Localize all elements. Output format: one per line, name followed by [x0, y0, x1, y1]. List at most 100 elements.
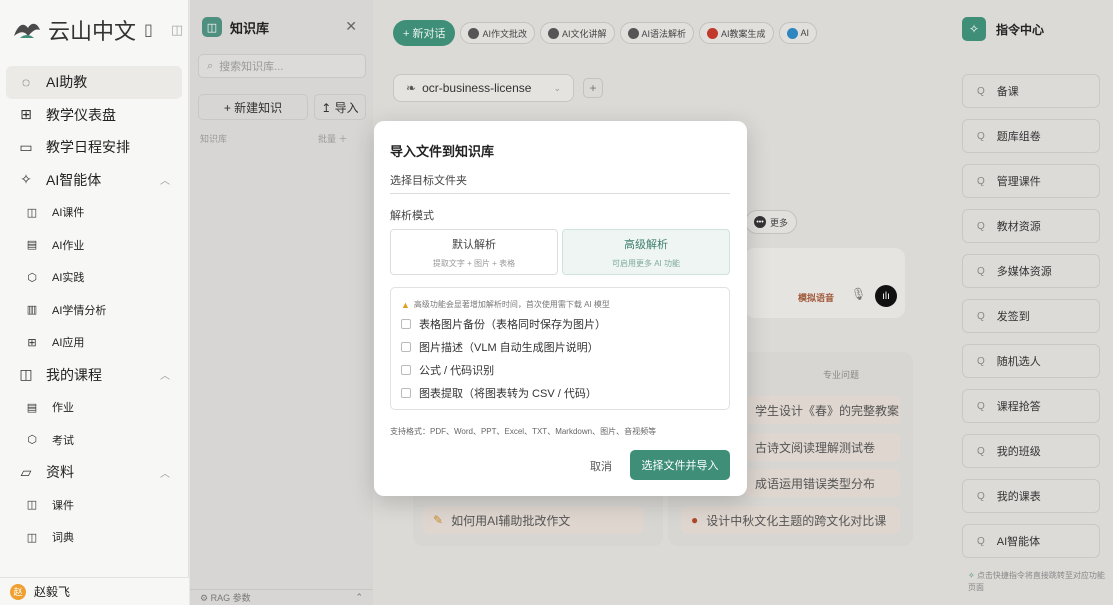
quick-tab-chip[interactable]: AI教案生成 [699, 22, 774, 44]
chevron-up-icon[interactable]: ︿ [160, 172, 170, 187]
close-icon[interactable]: ✕ [345, 18, 357, 35]
chat-input[interactable] [745, 248, 905, 318]
sidebar-item[interactable]: ▥ AI学情分析 [6, 294, 182, 327]
command-item[interactable]: Q 课程抢答 [962, 389, 1100, 423]
checkbox-image-description[interactable]: 图片描述（VLM 自动生成图片说明） [401, 339, 599, 355]
supported-formats: 支持格式：PDF、Word、PPT、Excel、TXT、Markdown、图片、… [390, 427, 657, 436]
rag-settings[interactable]: ⚙ RAG 参数 ⌃ [190, 589, 373, 605]
microphone-icon[interactable]: 🎙 [851, 287, 866, 301]
sidebar-item[interactable]: ⊞ AI应用 [6, 326, 182, 359]
quick-tab-chip[interactable]: AI作文批改 [460, 22, 535, 44]
add-model-button[interactable]: + [583, 78, 603, 98]
sidebar-item-label: 考试 [52, 434, 74, 447]
sidebar-item[interactable]: ▤ AI作业 [6, 229, 182, 262]
chip-icon [468, 27, 480, 39]
new-knowledge-button[interactable]: + 新建知识 [198, 94, 308, 120]
rag-settings-label: ⚙ RAG 参数 [200, 593, 251, 603]
command-item[interactable]: Q 备课 [962, 74, 1100, 108]
command-item[interactable]: Q 我的课表 [962, 479, 1100, 513]
sidebar-item[interactable]: ⬡ 考试 [6, 424, 182, 457]
sidebar-item[interactable]: ✧ AI智能体 ︿ [6, 164, 182, 197]
command-item[interactable]: Q 随机选人 [962, 344, 1100, 378]
document-icon: ▤ [26, 239, 38, 252]
voice-simulate-button[interactable]: 模拟语音 [798, 291, 834, 304]
command-item[interactable]: Q 教材资源 [962, 209, 1100, 243]
checkbox-chart-extract[interactable]: 图表提取（将图表转为 CSV / 代码） [401, 385, 597, 401]
user-name: 赵毅飞 [34, 585, 71, 599]
question-item[interactable]: ✎ 如何用AI辅助批改作文 [423, 506, 643, 534]
select-and-import-button[interactable]: 选择文件并导入 [630, 450, 730, 480]
quick-tab-chip[interactable]: AI文化讲解 [540, 22, 615, 44]
command-item[interactable]: Q 题库组卷 [962, 119, 1100, 153]
command-item[interactable]: Q 管理课件 [962, 164, 1100, 198]
sidebar-toggle-icon[interactable]: ◫ [171, 22, 183, 38]
sidebar-item[interactable]: ◌ AI助教 [6, 66, 182, 99]
search-icon: Q [977, 490, 985, 502]
question-item[interactable]: 学生设计《春》的完整教案 [745, 396, 900, 424]
logo-icon [14, 23, 40, 38]
question-item[interactable]: 成语运用错误类型分布 [745, 469, 900, 497]
chip-label: AI [800, 28, 810, 38]
quick-tab-chip[interactable]: AI语法解析 [619, 22, 695, 44]
sidebar-item[interactable]: ◫ 我的课程 ︿ [6, 359, 182, 392]
voice-wave-icon[interactable]: ılı [875, 285, 897, 307]
chip-icon [627, 27, 639, 39]
checkbox[interactable] [401, 342, 411, 352]
checkbox[interactable] [401, 365, 411, 375]
search-icon: Q [977, 130, 985, 142]
question-item[interactable]: 古诗文阅读理解测试卷 [745, 433, 900, 461]
warning-text: 高级功能会显著增加解析时间，首次使用需下载 AI 模型 [413, 300, 610, 309]
model-logo-icon: ❧ [406, 81, 417, 95]
chip-label: AI语法解析 [641, 28, 687, 39]
hexagon-icon: ⬡ [27, 271, 37, 284]
cancel-button[interactable]: 取消 [590, 458, 612, 474]
chevron-up-icon[interactable]: ︿ [160, 465, 170, 480]
search-icon: Q [977, 535, 985, 547]
knowledge-list-label: 知识库 [200, 134, 228, 144]
user-profile[interactable]: 赵 赵毅飞 [0, 577, 189, 605]
sidebar-item[interactable]: ◫ AI课件 [6, 196, 182, 229]
sidebar-item[interactable]: ◫ 课件 [6, 489, 182, 522]
sidebar-item-label: 资料 [46, 464, 74, 481]
batch-button[interactable]: 批量 ＋ [318, 132, 348, 145]
chevron-up-icon: ⌃ [355, 592, 363, 602]
command-label: 发签到 [996, 311, 1030, 323]
command-item[interactable]: Q 多媒体资源 [962, 254, 1100, 288]
sidebar-item[interactable]: ⬡ AI实践 [6, 261, 182, 294]
more-chip[interactable]: ••• 更多 [745, 210, 798, 234]
sidebar-item-label: 课件 [52, 499, 74, 512]
command-item[interactable]: Q AI智能体 [962, 524, 1100, 558]
checkbox-label: 表格图片备份（表格同时保存为图片） [419, 319, 606, 331]
option-desc: 可启用更多 AI 功能 [611, 258, 680, 268]
question-item[interactable]: ● 设计中秋文化主题的跨文化对比课 [681, 506, 900, 534]
app-logo[interactable]: 云山中文 ▯ ◫ [12, 14, 183, 46]
sidebar-item[interactable]: ▭ 教学日程安排 [6, 131, 182, 164]
checkbox[interactable] [401, 388, 411, 398]
new-chat-button[interactable]: + 新对话 [393, 20, 456, 46]
quick-tab-chip[interactable]: AI [778, 22, 818, 44]
knowledge-search-input[interactable]: ⌕ 搜索知识库... [198, 54, 366, 78]
command-label: AI智能体 [996, 536, 1041, 548]
command-label: 我的班级 [996, 446, 1041, 458]
sidebar-item[interactable]: ▱ 资料 ︿ [6, 456, 182, 489]
sidebar-item-label: 教学仪表盘 [46, 106, 116, 123]
model-select[interactable]: ❧ ocr-business-license ⌄ [393, 74, 574, 102]
sidebar-item[interactable]: ◫ 词典 [6, 521, 182, 554]
advanced-parse-option[interactable]: 高级解析 可启用更多 AI 功能 [562, 229, 730, 275]
sidebar-item[interactable]: ⊞ 教学仪表盘 [6, 99, 182, 132]
mobile-icon[interactable]: ▯ [144, 20, 153, 40]
command-label: 题库组卷 [996, 131, 1041, 143]
book-icon: ◫ [26, 531, 38, 544]
sidebar-item[interactable]: ▤ 作业 [6, 391, 182, 424]
checkbox-table-backup[interactable]: 表格图片备份（表格同时保存为图片） [401, 316, 606, 332]
command-item[interactable]: Q 我的班级 [962, 434, 1100, 468]
import-button[interactable]: ↥ 导入 [314, 94, 366, 120]
chevron-up-icon[interactable]: ︿ [160, 367, 170, 382]
target-folder-select[interactable]: 选择目标文件夹 [390, 172, 467, 188]
option-title: 高级解析 [624, 238, 668, 251]
command-item[interactable]: Q 发签到 [962, 299, 1100, 333]
default-parse-option[interactable]: 默认解析 提取文字 + 图片 + 表格 [390, 229, 558, 275]
command-label: 管理课件 [996, 176, 1041, 188]
checkbox[interactable] [401, 319, 411, 329]
checkbox-formula-code[interactable]: 公式 / 代码识别 [401, 362, 494, 378]
